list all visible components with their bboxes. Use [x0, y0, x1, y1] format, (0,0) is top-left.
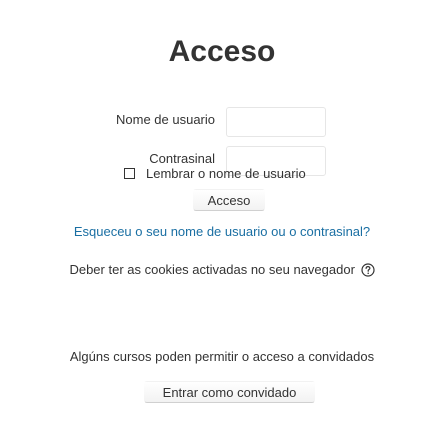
- forgot-password-link[interactable]: Esqueceu o seu nome de usuario ou o cont…: [0, 224, 444, 239]
- question-circle-icon[interactable]: [360, 263, 375, 277]
- cookies-notice: Deber ter as cookies activadas no seu na…: [0, 262, 444, 277]
- cookies-notice-text: Deber ter as cookies activadas no seu na…: [69, 262, 355, 277]
- login-button[interactable]: Acceso: [193, 189, 265, 211]
- login-page: Acceso Nome de usuario Contrasinal Lembr…: [0, 0, 444, 424]
- remember-username-row[interactable]: Lembrar o nome de usuario: [122, 164, 306, 182]
- remember-username-checkbox[interactable]: [124, 167, 135, 179]
- page-title: Acceso: [168, 35, 276, 68]
- username-input[interactable]: [226, 107, 326, 137]
- guest-access-notice: Algúns cursos poden permitir o acceso a …: [69, 349, 375, 364]
- guest-login-button[interactable]: Entrar como convidado: [144, 381, 315, 403]
- username-label: Nome de usuario: [116, 112, 215, 127]
- remember-username-label: Lembrar o nome de usuario: [146, 165, 306, 181]
